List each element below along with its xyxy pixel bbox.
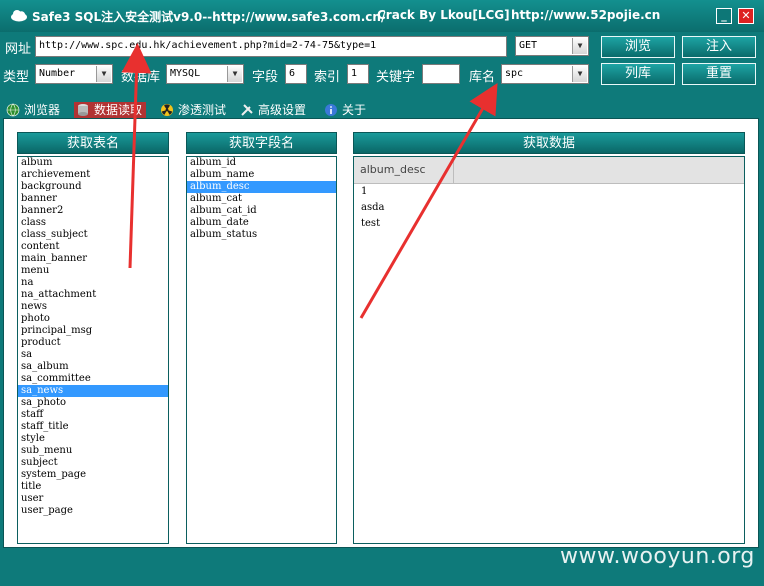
list-item[interactable]: content — [18, 241, 168, 253]
keyword-input[interactable] — [422, 64, 460, 84]
forum-url: http://www.52pojie.cn — [511, 8, 661, 22]
list-item[interactable]: sa_committee — [18, 373, 168, 385]
tab-label: 关于 — [342, 103, 367, 117]
data-grid[interactable]: album_desc 1 asda test — [353, 156, 745, 544]
close-button[interactable]: ✕ — [738, 8, 754, 24]
list-item[interactable]: style — [18, 433, 168, 445]
list-item[interactable]: menu — [18, 265, 168, 277]
dbname-label: 库名 — [469, 70, 496, 85]
list-item[interactable]: na — [18, 277, 168, 289]
grid-row[interactable]: 1 — [354, 184, 744, 200]
list-item[interactable]: class_subject — [18, 229, 168, 241]
title-bar: Safe3 SQL注入安全测试v9.0--http://www.safe3.co… — [0, 0, 764, 32]
list-item[interactable]: sa_news — [18, 385, 168, 397]
list-db-button[interactable]: 列库 — [601, 63, 675, 85]
grid-column-header[interactable]: album_desc — [354, 157, 454, 183]
tab-label: 浏览器 — [24, 103, 61, 117]
dbname-select[interactable]: spc ▼ — [501, 64, 589, 84]
tools-icon — [241, 104, 253, 116]
method-select[interactable]: GET ▼ — [515, 36, 589, 56]
list-item[interactable]: sa_album — [18, 361, 168, 373]
list-item[interactable]: album — [18, 157, 168, 169]
field-count-label: 字段 — [252, 70, 279, 85]
list-item[interactable]: staff_title — [18, 421, 168, 433]
type-value: Number — [39, 68, 76, 79]
reset-button[interactable]: 重置 — [682, 63, 756, 85]
url-label: 网址 — [5, 42, 32, 57]
globe-icon — [6, 103, 20, 117]
database-icon — [78, 104, 88, 116]
list-item[interactable]: sa — [18, 349, 168, 361]
db-value: MYSQL — [170, 68, 201, 79]
url-input[interactable]: http://www.spc.edu.hk/achievement.php?mi… — [35, 36, 507, 57]
chevron-down-icon[interactable]: ▼ — [96, 66, 111, 82]
browse-button[interactable]: 浏览 — [601, 36, 675, 58]
list-item[interactable]: product — [18, 337, 168, 349]
inject-button[interactable]: 注入 — [682, 36, 756, 58]
db-select[interactable]: MYSQL ▼ — [166, 64, 244, 84]
app-title: Safe3 SQL注入安全测试v9.0--http://www.safe3.co… — [32, 10, 386, 24]
list-item[interactable]: album_status — [187, 229, 336, 241]
list-item[interactable]: title — [18, 481, 168, 493]
list-item[interactable]: album_cat — [187, 193, 336, 205]
tab-browser[interactable]: 浏览器 — [4, 102, 64, 118]
list-item[interactable]: na_attachment — [18, 289, 168, 301]
list-item[interactable]: class — [18, 217, 168, 229]
list-item[interactable]: archievement — [18, 169, 168, 181]
grid-row[interactable]: test — [354, 216, 744, 232]
radiation-icon — [161, 104, 173, 116]
chevron-down-icon[interactable]: ▼ — [572, 38, 587, 54]
method-value: GET — [519, 40, 538, 51]
chevron-down-icon[interactable]: ▼ — [227, 66, 242, 82]
crack-credit: Crack By Lkou[LCG] — [377, 8, 510, 22]
list-item[interactable]: album_desc — [187, 181, 336, 193]
keyword-label: 关键字 — [376, 70, 416, 85]
list-item[interactable]: principal_msg — [18, 325, 168, 337]
list-item[interactable]: user — [18, 493, 168, 505]
list-item[interactable]: subject — [18, 457, 168, 469]
chevron-down-icon[interactable]: ▼ — [572, 66, 587, 82]
watermark: www.wooyun.org — [560, 544, 755, 569]
tab-label: 高级设置 — [258, 103, 307, 117]
list-item[interactable]: banner — [18, 193, 168, 205]
tab-pentest[interactable]: 渗透测试 — [158, 102, 230, 118]
index-input[interactable]: 1 — [347, 64, 369, 84]
type-label: 类型 — [3, 70, 30, 85]
list-item[interactable]: background — [18, 181, 168, 193]
grid-row[interactable]: asda — [354, 200, 744, 216]
tab-label: 渗透测试 — [178, 103, 227, 117]
minimize-button[interactable]: _ — [716, 8, 732, 24]
list-item[interactable]: staff — [18, 409, 168, 421]
tab-label: 数据读取 — [94, 103, 143, 117]
list-item[interactable]: system_page — [18, 469, 168, 481]
data-header: 获取数据 — [353, 132, 745, 154]
list-item[interactable]: news — [18, 301, 168, 313]
info-icon — [325, 104, 337, 116]
tables-listbox[interactable]: album archievement background banner banner2… — [17, 156, 169, 544]
fields-header: 获取字段名 — [186, 132, 337, 154]
tab-advanced[interactable]: 高级设置 — [238, 102, 310, 118]
field-count-input[interactable]: 6 — [285, 64, 307, 84]
db-label: 数据库 — [121, 70, 161, 85]
tables-header: 获取表名 — [17, 132, 169, 154]
list-item[interactable]: main_banner — [18, 253, 168, 265]
cloud-icon — [11, 10, 27, 22]
tab-data-read[interactable]: 数据读取 — [74, 102, 147, 118]
tab-about[interactable]: 关于 — [322, 102, 370, 118]
list-item[interactable]: photo — [18, 313, 168, 325]
grid-header: album_desc — [354, 157, 744, 184]
list-item[interactable]: album_date — [187, 217, 336, 229]
list-item[interactable]: sub_menu — [18, 445, 168, 457]
index-label: 索引 — [314, 70, 341, 85]
list-item[interactable]: banner2 — [18, 205, 168, 217]
type-select[interactable]: Number ▼ — [35, 64, 113, 84]
list-item[interactable]: album_name — [187, 169, 336, 181]
list-item[interactable]: album_cat_id — [187, 205, 336, 217]
fields-listbox[interactable]: album_id album_name album_desc album_cat alb… — [186, 156, 337, 544]
list-item[interactable]: album_id — [187, 157, 336, 169]
list-item[interactable]: sa_photo — [18, 397, 168, 409]
dbname-value: spc — [505, 68, 524, 79]
grid-body: 1 asda test — [354, 184, 744, 232]
list-item[interactable]: user_page — [18, 505, 168, 517]
